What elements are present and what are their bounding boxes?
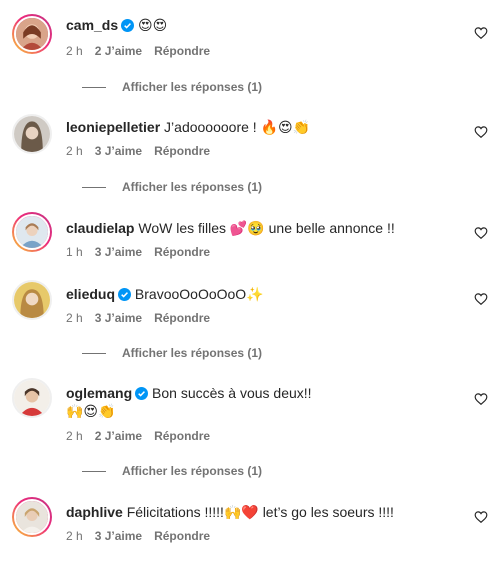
likes-count[interactable]: 3 J’aime (95, 144, 142, 158)
comment-time: 2 h (66, 311, 83, 325)
likes-count[interactable]: 3 J’aime (95, 245, 142, 259)
username[interactable]: oglemang (66, 385, 132, 401)
likes-count[interactable]: 2 J’aime (95, 44, 142, 58)
comment-text: Félicitations !!!!!🙌❤️ let’s go les soeu… (126, 504, 394, 520)
avatar[interactable] (12, 212, 52, 252)
comment-time: 2 h (66, 429, 83, 443)
avatar[interactable] (12, 14, 52, 54)
verified-badge-icon (118, 288, 132, 301)
avatar[interactable] (12, 378, 52, 418)
username[interactable]: claudielap (66, 220, 134, 236)
reply-button[interactable]: Répondre (154, 529, 210, 543)
comments-list: cam_ds 😍😍 2 h 2 J’aime Répondre Afficher l… (0, 0, 500, 565)
replies-divider (82, 86, 106, 88)
comment-time: 1 h (66, 245, 83, 259)
heart-outline-icon[interactable] (474, 26, 488, 40)
comment-time: 2 h (66, 529, 83, 543)
comment-text: J’adoooooore ! 🔥😍👏 (164, 119, 311, 135)
likes-count[interactable]: 3 J’aime (95, 311, 142, 325)
verified-badge-icon (121, 19, 135, 32)
likes-count[interactable]: 3 J’aime (95, 529, 142, 543)
username[interactable]: daphlive (66, 504, 123, 520)
verified-badge-icon (135, 387, 149, 400)
replies-divider (82, 470, 106, 472)
heart-outline-icon[interactable] (474, 292, 488, 306)
avatar[interactable] (12, 114, 52, 154)
heart-outline-icon[interactable] (474, 510, 488, 524)
reply-button[interactable]: Répondre (154, 429, 210, 443)
likes-count[interactable]: 2 J’aime (95, 429, 142, 443)
view-replies-button[interactable]: Afficher les réponses (1) (82, 463, 262, 479)
reply-button[interactable]: Répondre (154, 144, 210, 158)
view-replies-button[interactable]: Afficher les réponses (1) (82, 179, 262, 195)
comment-text: 😍😍 (138, 18, 168, 34)
comment-text: BravooOoOoOoO✨ (134, 286, 264, 302)
comment-text: Bon succès à vous deux!! (152, 385, 312, 401)
reply-button[interactable]: Répondre (154, 311, 210, 325)
view-replies-label: Afficher les réponses (1) (122, 346, 263, 360)
comment-time: 2 h (66, 44, 83, 58)
heart-outline-icon[interactable] (474, 392, 488, 406)
reply-button[interactable]: Répondre (154, 245, 210, 259)
avatar[interactable] (12, 280, 52, 320)
username[interactable]: elieduq (66, 286, 115, 302)
comment-time: 2 h (66, 144, 83, 158)
view-replies-label: Afficher les réponses (1) (122, 80, 263, 94)
comment-text-continued: 🙌😍👏 (66, 404, 116, 420)
avatar[interactable] (12, 497, 52, 537)
comment-text: WoW les filles 💕🥹 une belle annonce !! (138, 220, 395, 236)
reply-button[interactable]: Répondre (154, 44, 210, 58)
replies-divider (82, 186, 106, 188)
username[interactable]: leoniepelletier (66, 119, 160, 135)
username[interactable]: cam_ds (66, 17, 118, 33)
view-replies-label: Afficher les réponses (1) (122, 464, 263, 478)
view-replies-label: Afficher les réponses (1) (122, 180, 263, 194)
view-replies-button[interactable]: Afficher les réponses (1) (82, 345, 262, 361)
view-replies-button[interactable]: Afficher les réponses (1) (82, 79, 262, 95)
replies-divider (82, 352, 106, 354)
heart-outline-icon[interactable] (474, 125, 488, 139)
heart-outline-icon[interactable] (474, 226, 488, 240)
